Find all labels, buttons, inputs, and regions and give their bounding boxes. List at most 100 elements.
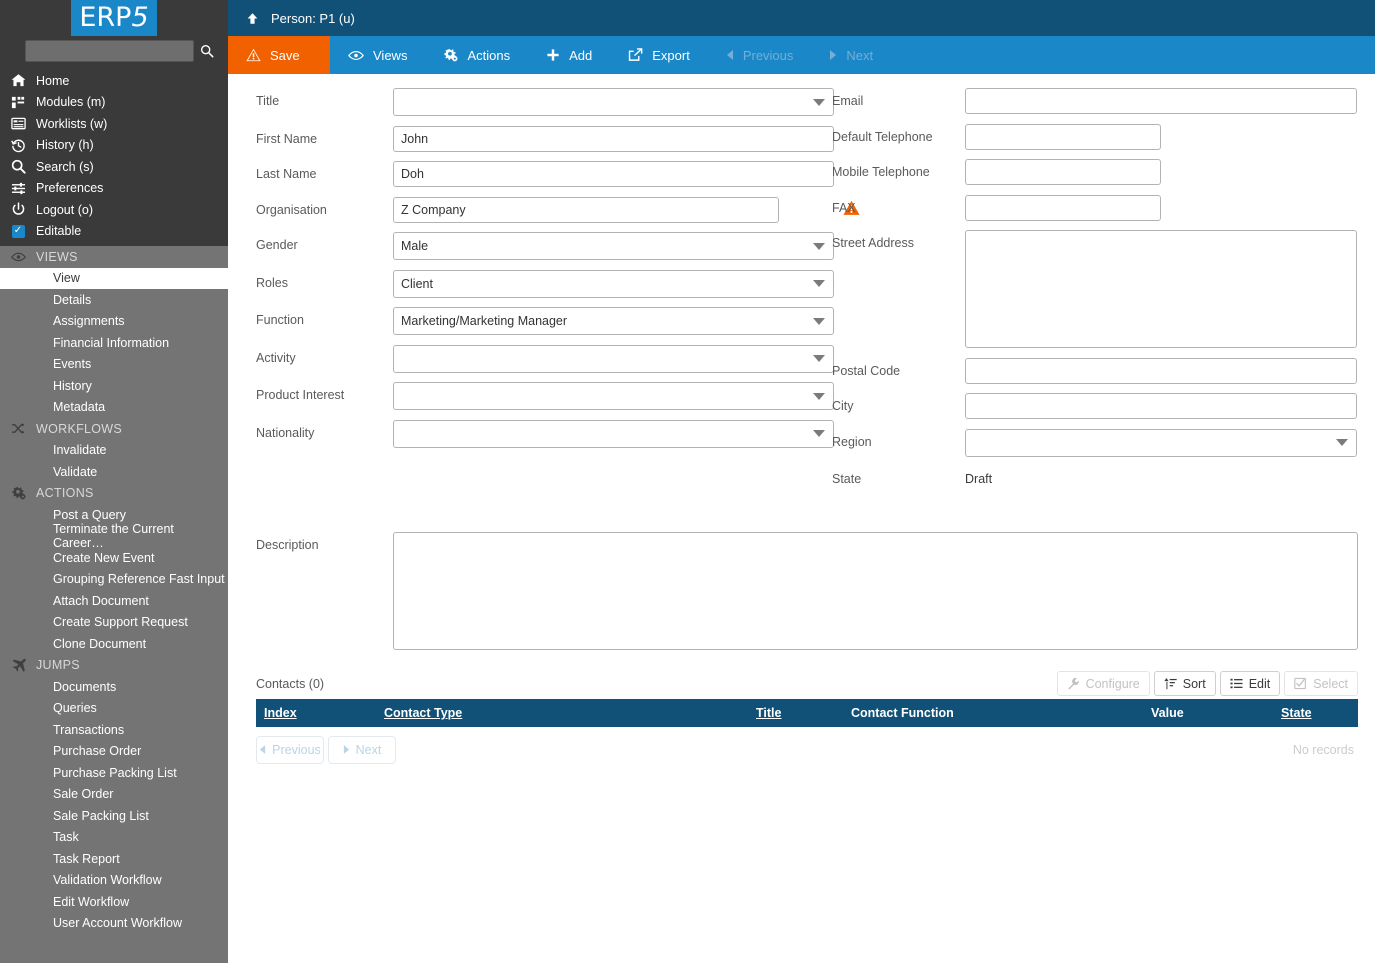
sidebar-item-label: Create New Event <box>53 550 155 565</box>
sidebar-item-details[interactable]: Details <box>0 289 228 311</box>
sidebar-item-preferences[interactable]: Preferences <box>0 178 228 200</box>
sidebar-item-purchase-order[interactable]: Purchase Order <box>0 741 228 763</box>
sidebar-item-sale-packing-list[interactable]: Sale Packing List <box>0 805 228 827</box>
city-input[interactable] <box>965 393 1357 419</box>
sidebar-item-terminate-career[interactable]: Terminate the Current Career… <box>0 522 228 550</box>
sidebar-item-history[interactable]: History (h) <box>0 135 228 157</box>
field-label: Gender <box>256 238 298 252</box>
select-button[interactable]: Select <box>1284 671 1358 696</box>
add-button[interactable]: Add <box>528 36 610 74</box>
sort-button[interactable]: Sort <box>1153 671 1216 696</box>
sidebar-item-user-account-workflow[interactable]: User Account Workflow <box>0 913 228 935</box>
sidebar-item-search[interactable]: Search (s) <box>0 156 228 178</box>
sidebar-item-history[interactable]: History <box>0 375 228 397</box>
add-button-label: Add <box>569 47 593 63</box>
fax-input[interactable] <box>965 194 1161 221</box>
mobile-telephone-input[interactable] <box>965 159 1161 185</box>
views-button[interactable]: Views <box>330 36 425 74</box>
sidebar-item-financial-information[interactable]: Financial Information <box>0 332 228 354</box>
contacts-title: Contacts (0) <box>256 677 325 691</box>
sidebar-item-modules[interactable]: Modules (m) <box>0 92 228 114</box>
arrow-up-icon[interactable] <box>246 12 259 25</box>
field-label: Organisation <box>256 202 327 217</box>
form-column-right: Email Default Telephone Mobile Telephone… <box>832 88 1357 502</box>
region-select[interactable] <box>965 428 1357 457</box>
gender-select[interactable]: Male <box>393 232 834 260</box>
logo-text-accent: 5 <box>131 2 149 33</box>
sidebar-item-transactions[interactable]: Transactions <box>0 719 228 741</box>
field-street-address: Street Address <box>832 230 1357 348</box>
export-button[interactable]: Export <box>610 36 708 74</box>
last-name-input[interactable] <box>393 161 834 187</box>
sidebar-item-label: Purchase Order <box>53 744 142 759</box>
sidebar-item-worklists[interactable]: Worklists (w) <box>0 113 228 135</box>
organisation-input[interactable] <box>393 196 779 223</box>
erp5-logo[interactable]: ERP5 <box>71 0 157 36</box>
next-button[interactable]: Next <box>811 36 891 74</box>
column-header-title[interactable]: Title <box>748 699 843 727</box>
default-telephone-input[interactable] <box>965 123 1161 150</box>
sidebar-item-task-report[interactable]: Task Report <box>0 848 228 870</box>
sidebar-item-label: Transactions <box>53 722 125 737</box>
sidebar-item-create-support-request[interactable]: Create Support Request <box>0 612 228 634</box>
sidebar-item-events[interactable]: Events <box>0 354 228 376</box>
sidebar-item-label: Assignments <box>53 314 125 329</box>
sidebar-item-metadata[interactable]: Metadata <box>0 397 228 419</box>
sidebar-item-edit-workflow[interactable]: Edit Workflow <box>0 891 228 913</box>
sidebar-item-assignments[interactable]: Assignments <box>0 311 228 333</box>
column-header-contact-function: Contact Function <box>843 699 1143 727</box>
column-header-index[interactable]: Index <box>256 699 376 727</box>
field-label: Mobile Telephone <box>832 165 930 179</box>
activity-select[interactable] <box>393 344 834 373</box>
postal-code-input[interactable] <box>965 357 1357 384</box>
roles-select[interactable]: Client <box>393 269 834 298</box>
field-region: Region <box>832 428 1357 457</box>
edit-button-label: Edit <box>1248 676 1271 691</box>
title-select[interactable] <box>393 88 834 116</box>
sidebar-item-editable[interactable]: ✓ Editable <box>0 221 228 243</box>
section-title: JUMPS <box>36 658 80 673</box>
sidebar-item-logout[interactable]: Logout (o) <box>0 199 228 221</box>
nationality-select[interactable] <box>393 419 834 448</box>
field-function: Function Marketing/Marketing Manager <box>256 307 834 335</box>
product-interest-select[interactable] <box>393 382 834 410</box>
sidebar-item-validation-workflow[interactable]: Validation Workflow <box>0 870 228 892</box>
actions-button[interactable]: Actions <box>425 36 528 74</box>
street-address-textarea[interactable] <box>965 230 1357 348</box>
search-input[interactable] <box>25 40 194 62</box>
sidebar-item-attach-document[interactable]: Attach Document <box>0 590 228 612</box>
pagination-next-button[interactable]: Next <box>328 736 396 764</box>
main-content: Person: P1 (u) Save Views Actions Add Ex… <box>228 0 1375 963</box>
column-header-state[interactable]: State <box>1273 699 1358 727</box>
first-name-input[interactable] <box>393 125 834 152</box>
sidebar-item-purchase-packing-list[interactable]: Purchase Packing List <box>0 762 228 784</box>
sidebar-item-view[interactable]: View <box>0 267 228 289</box>
email-input[interactable] <box>965 88 1357 114</box>
sidebar-item-home[interactable]: Home <box>0 70 228 92</box>
sidebar-item-clone-document[interactable]: Clone Document <box>0 633 228 655</box>
sidebar-item-sale-order[interactable]: Sale Order <box>0 784 228 806</box>
sidebar-item-documents[interactable]: Documents <box>0 676 228 698</box>
field-email: Email <box>832 88 1357 114</box>
sidebar-item-task[interactable]: Task <box>0 827 228 849</box>
column-label: Title <box>756 706 782 720</box>
save-button[interactable]: Save <box>228 36 330 74</box>
field-label: Product Interest <box>256 388 345 402</box>
column-header-contact-type[interactable]: Contact Type <box>376 699 748 727</box>
sidebar-item-label: Financial Information <box>53 335 170 350</box>
search-icon[interactable] <box>194 40 220 62</box>
field-label: City <box>832 399 854 413</box>
sidebar-item-label: Sale Packing List <box>53 808 149 823</box>
edit-button[interactable]: Edit <box>1219 671 1281 696</box>
sidebar-item-queries[interactable]: Queries <box>0 698 228 720</box>
configure-button[interactable]: Configure <box>1056 671 1150 696</box>
pagination-previous-button[interactable]: Previous <box>256 736 324 764</box>
field-mobile-telephone: Mobile Telephone <box>832 159 1357 185</box>
sidebar-item-invalidate[interactable]: Invalidate <box>0 440 228 462</box>
previous-button[interactable]: Previous <box>708 36 812 74</box>
sidebar-item-validate[interactable]: Validate <box>0 461 228 483</box>
sidebar-item-label: Terminate the Current Career… <box>53 522 174 551</box>
sidebar-item-grouping-reference-fast-input[interactable]: Grouping Reference Fast Input <box>0 569 228 591</box>
description-textarea[interactable] <box>393 532 1358 650</box>
function-select[interactable]: Marketing/Marketing Manager <box>393 307 834 335</box>
